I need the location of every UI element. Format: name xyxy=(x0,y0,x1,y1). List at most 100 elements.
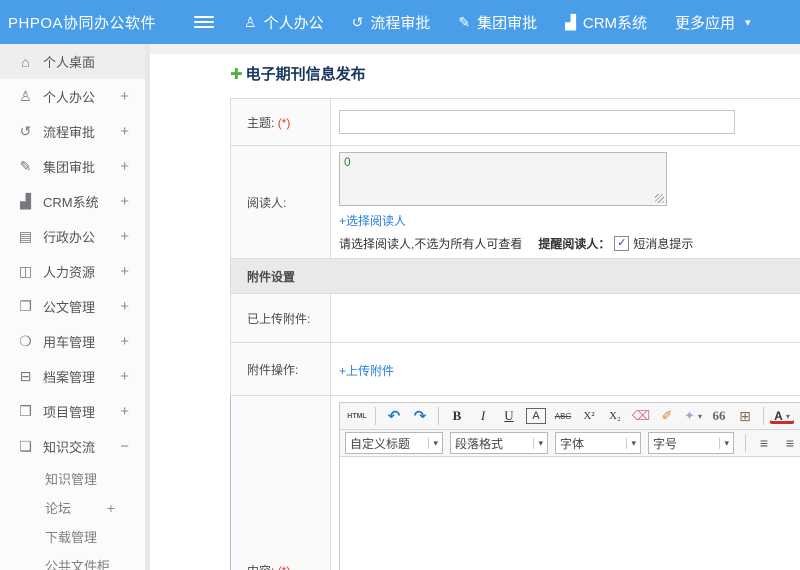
expand-toggle-icon[interactable]: + xyxy=(120,333,129,350)
sidebar-item-knowledge-management[interactable]: 知识管理 xyxy=(0,464,145,493)
format-brush-button[interactable]: ✐ xyxy=(655,406,679,426)
sidebar-item-forum[interactable]: 论坛 + xyxy=(0,493,145,522)
sidebar-item-human-resources[interactable]: ◫ 人力资源 + xyxy=(0,254,145,289)
chat-icon: ❏ xyxy=(19,438,32,454)
sidebar-item-label: 下载管理 xyxy=(45,530,98,545)
expand-toggle-icon[interactable]: + xyxy=(120,263,129,280)
upload-attachment-link[interactable]: +上传附件 xyxy=(339,362,394,379)
font-size-select[interactable]: 字号 xyxy=(648,432,734,454)
font-border-button[interactable]: A xyxy=(526,408,546,424)
nav-crm-system[interactable]: ▟ CRM系统 xyxy=(565,12,647,33)
nav-label: 个人办公 xyxy=(263,14,324,32)
auto-typeset-button[interactable]: ✦ xyxy=(681,406,705,426)
attachment-section-row: 附件设置 xyxy=(230,258,800,294)
redo-button[interactable]: ↷ xyxy=(408,406,432,426)
home-icon: ⌂ xyxy=(21,53,30,70)
expand-toggle-icon[interactable]: + xyxy=(120,158,129,175)
hamburger-menu-icon[interactable] xyxy=(194,13,214,31)
custom-title-select[interactable]: 自定义标题 xyxy=(345,432,443,454)
align-left-button[interactable]: ≡ xyxy=(752,433,776,453)
nav-label: CRM系统 xyxy=(582,14,648,32)
process-icon: ↺ xyxy=(19,123,32,139)
sidebar-item-document-management[interactable]: ❐ 公文管理 + xyxy=(0,289,145,324)
check-icon: ✓ xyxy=(617,237,627,249)
sidebar-item-label: 知识管理 xyxy=(45,472,98,487)
expand-toggle-icon[interactable]: + xyxy=(107,500,115,516)
select-readers-link[interactable]: +选择阅读人 xyxy=(339,212,406,229)
nav-workflow-approval[interactable]: ↺ 流程审批 xyxy=(352,12,431,33)
bold-button[interactable]: B xyxy=(445,406,469,426)
remove-format-button[interactable]: ⌫ xyxy=(629,406,653,426)
chevron-down-icon[interactable]: ▾ xyxy=(745,16,751,29)
sidebar-item-label: 论坛 xyxy=(45,501,72,516)
sidebar-item-workflow-approval[interactable]: ↺ 流程审批 + xyxy=(0,114,145,149)
sidebar-item-label: 用车管理 xyxy=(43,335,96,350)
expand-toggle-icon[interactable]: + xyxy=(120,298,129,315)
chart-icon: ▟ xyxy=(565,14,576,30)
car-icon: ❍ xyxy=(19,333,32,349)
subject-input[interactable] xyxy=(339,110,735,134)
superscript-button[interactable]: X² xyxy=(577,406,601,426)
strikethrough-button[interactable]: ABC xyxy=(551,406,575,426)
font-family-select[interactable]: 字体 xyxy=(555,432,641,454)
sidebar-item-download-management[interactable]: 下载管理 xyxy=(0,522,145,551)
resize-handle-icon[interactable] xyxy=(655,194,664,203)
readers-textarea[interactable]: 0 xyxy=(339,152,667,206)
html-source-button[interactable]: HTML xyxy=(345,406,369,426)
expand-toggle-icon[interactable]: + xyxy=(120,123,129,140)
underline-button[interactable]: U xyxy=(497,406,521,426)
highlight-button[interactable]: ✒ xyxy=(796,406,800,426)
document-icon: ❐ xyxy=(19,298,32,314)
remind-readers-label: 提醒阅读人： xyxy=(538,237,611,251)
project-icon: ❒ xyxy=(19,403,32,419)
toolbar-separator xyxy=(763,407,764,425)
content-row: 内容: (*) HTML ↶ ↷ xyxy=(230,395,800,570)
subscript-button[interactable]: X₂ xyxy=(603,406,627,426)
nav-more-apps[interactable]: 更多应用 xyxy=(675,12,735,33)
expand-toggle-icon[interactable]: + xyxy=(120,88,129,105)
sidebar-item-label: 公文管理 xyxy=(43,300,96,315)
uploaded-attachments-value xyxy=(330,293,800,343)
expand-toggle-icon[interactable]: + xyxy=(120,403,129,420)
blockquote-button[interactable]: 66 xyxy=(707,406,731,426)
sidebar-item-label: 个人办公 xyxy=(43,90,96,105)
sidebar-item-vehicle-management[interactable]: ❍ 用车管理 + xyxy=(0,324,145,359)
editor-toolbar-row1: HTML ↶ ↷ B I U A ABC X² X₂ ⌫ ✐ ✦ ▾ 66 ⊞ … xyxy=(340,403,800,430)
required-mark: (*) xyxy=(277,115,291,130)
sidebar-item-personal-office[interactable]: ♙ 个人办公 + xyxy=(0,79,145,114)
sidebar: ⌂ 个人桌面 ♙ 个人办公 + ↺ 流程审批 + ✎ 集团审批 + ▟ CRM系… xyxy=(0,44,150,570)
expand-toggle-icon[interactable]: + xyxy=(120,193,129,210)
editor-toolbar-row2: 自定义标题 段落格式 字体 字号 ≡ ≡ xyxy=(340,430,800,457)
font-color-button[interactable]: A xyxy=(770,408,794,424)
nav-personal-office[interactable]: ♙ 个人办公 xyxy=(244,12,324,33)
paragraph-format-select[interactable]: 段落格式 xyxy=(450,432,548,454)
expand-toggle-icon[interactable]: + xyxy=(120,228,129,245)
sidebar-item-personal-desktop[interactable]: ⌂ 个人桌面 xyxy=(0,44,145,79)
sidebar-item-public-file-cabinet[interactable]: 公共文件柜 xyxy=(0,551,145,570)
sidebar-item-label: 行政办公 xyxy=(43,230,96,245)
italic-button[interactable]: I xyxy=(471,406,495,426)
uploaded-attachments-label: 已上传附件: xyxy=(247,311,311,326)
nav-group-approval[interactable]: ✎ 集团审批 xyxy=(458,12,537,33)
nav-label: 更多应用 xyxy=(675,14,736,32)
sidebar-item-group-approval[interactable]: ✎ 集团审批 + xyxy=(0,149,145,184)
expand-toggle-icon[interactable]: − xyxy=(120,438,129,455)
top-nav: ♙ 个人办公 ↺ 流程审批 ✎ 集团审批 ▟ CRM系统 xyxy=(244,12,647,33)
rich-text-editor: HTML ↶ ↷ B I U A ABC X² X₂ ⌫ ✐ ✦ ▾ 66 ⊞ … xyxy=(339,402,800,570)
sidebar-item-project-management[interactable]: ❒ 项目管理 + xyxy=(0,394,145,429)
add-icon: ✚ xyxy=(230,65,243,83)
sidebar-item-knowledge-exchange[interactable]: ❏ 知识交流 − xyxy=(0,429,145,464)
paste-button[interactable]: ⊞ xyxy=(733,406,757,426)
sidebar-item-crm-system[interactable]: ▟ CRM系统 + xyxy=(0,184,145,219)
expand-toggle-icon[interactable]: + xyxy=(120,368,129,385)
sms-checkbox[interactable]: ✓ xyxy=(614,236,630,251)
align-center-button[interactable]: ≡ xyxy=(778,433,800,453)
attachment-ops-label: 附件操作: xyxy=(247,362,299,377)
sidebar-item-admin-office[interactable]: ▤ 行政办公 + xyxy=(0,219,145,254)
sidebar-item-label: 集团审批 xyxy=(43,160,96,175)
sidebar-item-label: 个人桌面 xyxy=(43,55,96,70)
sidebar-item-archive-management[interactable]: ⊟ 档案管理 + xyxy=(0,359,145,394)
sidebar-item-label: 公共文件柜 xyxy=(45,559,111,570)
undo-button[interactable]: ↶ xyxy=(382,406,406,426)
editor-content[interactable] xyxy=(340,457,800,570)
